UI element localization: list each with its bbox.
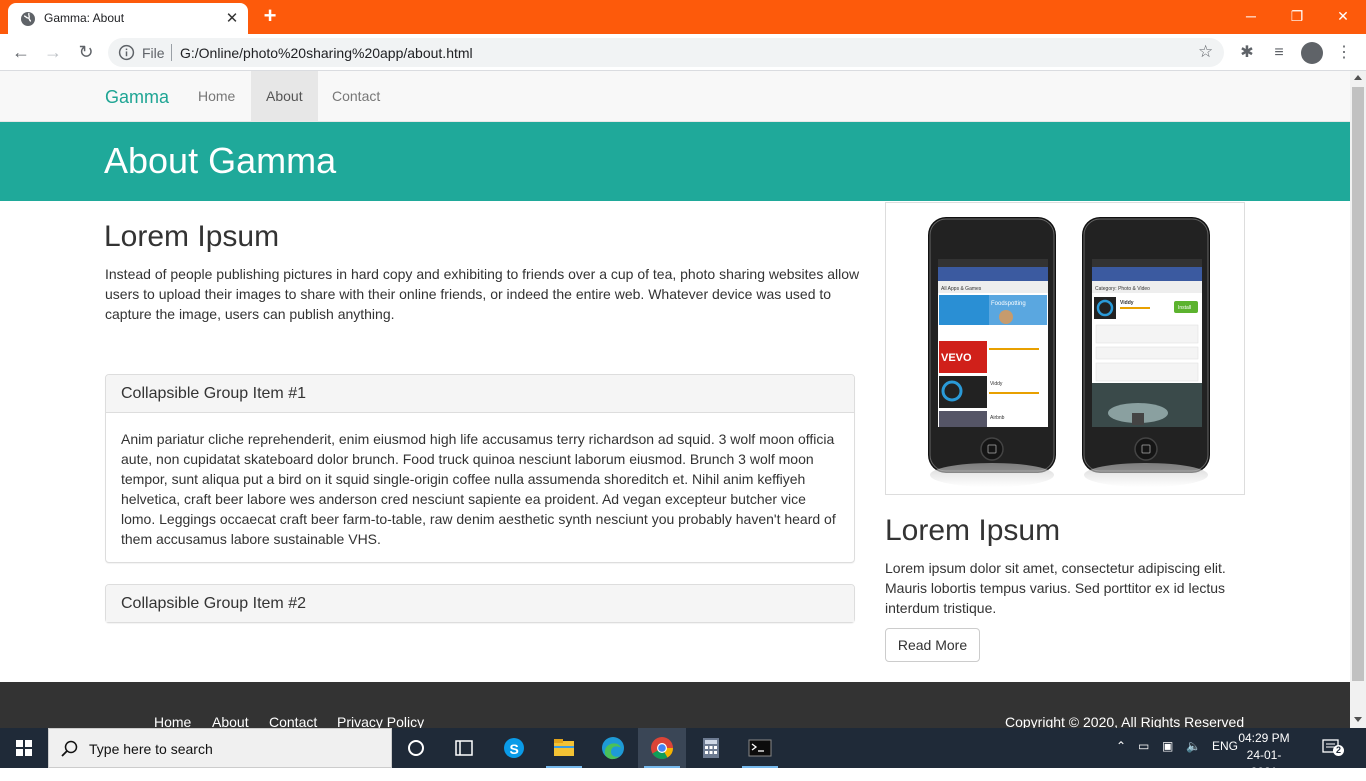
phone1-app1: Foodspotting	[991, 301, 1026, 307]
phone-right: Category: Photo & Video Viddy Install	[1082, 217, 1210, 487]
taskbar-clock[interactable]: 04:29 PM 24-01-2021	[1238, 730, 1290, 781]
edge-icon[interactable]	[589, 728, 637, 768]
page-scrollbar[interactable]	[1350, 71, 1366, 728]
forward-button[interactable]: →	[40, 40, 66, 64]
nav-contact[interactable]: Contact	[317, 71, 395, 121]
accordion-header-1[interactable]: Collapsible Group Item #1	[106, 375, 854, 413]
language-indicator[interactable]: ENG	[1212, 739, 1238, 753]
media-queue-icon[interactable]: ≡	[1268, 42, 1290, 64]
bookmark-star-icon[interactable]: ☆	[1198, 42, 1213, 62]
windows-taskbar: Type here to search S ⌃ ▭ ▣ 🔈 ENG 04:29 …	[0, 728, 1366, 779]
phone2-app: Viddy	[1120, 300, 1134, 306]
phones-illustration: All Apps & Games Foodspotting VEVO Viddy…	[928, 217, 1210, 487]
clock-date: 24-01-2021	[1246, 748, 1282, 779]
footer-link-about[interactable]: About	[212, 714, 249, 728]
page-title: About Gamma	[104, 140, 337, 181]
main-heading: Lorem Ipsum	[104, 220, 280, 253]
close-window-button[interactable]: ✕	[1320, 0, 1366, 32]
scroll-down-icon[interactable]	[1354, 717, 1362, 722]
tab-title: Gamma: About	[44, 11, 125, 25]
globe-icon	[21, 12, 35, 26]
read-more-button[interactable]: Read More	[885, 628, 980, 662]
network-icon[interactable]: ▣	[1162, 739, 1173, 753]
address-bar[interactable]: File G:/Online/photo%20sharing%20app/abo…	[108, 38, 1224, 67]
footer-link-home[interactable]: Home	[154, 714, 191, 728]
back-button[interactable]: ←	[8, 40, 34, 64]
restore-button[interactable]: ❐	[1274, 0, 1320, 32]
accordion-item-1: Collapsible Group Item #1 Anim pariatur …	[105, 374, 855, 563]
phone1-app2: VEVO	[941, 352, 972, 364]
file-label: File	[142, 45, 165, 61]
nav-about[interactable]: About	[251, 71, 318, 121]
battery-icon[interactable]: ▭	[1138, 739, 1149, 753]
footer-link-contact[interactable]: Contact	[269, 714, 317, 728]
tray-overflow-icon[interactable]: ⌃	[1116, 739, 1126, 753]
site-footer: Home About Contact Privacy Policy Copyri…	[0, 682, 1350, 728]
volume-icon[interactable]: 🔈	[1186, 739, 1201, 753]
notification-count: 2	[1333, 745, 1344, 756]
accordion-body-1: Anim pariatur cliche reprehenderit, enim…	[121, 431, 836, 547]
phone1-app4: Airbnb	[990, 415, 1005, 421]
file-explorer-icon[interactable]	[540, 728, 588, 768]
start-button[interactable]	[0, 728, 48, 768]
reload-button[interactable]: ↻	[73, 40, 99, 64]
site-navbar: Gamma Home About Contact	[0, 71, 1350, 122]
footer-copyright: Copyright © 2020, All Rights Reserved	[1005, 714, 1245, 728]
phone2-install: Install	[1178, 305, 1191, 311]
extensions-icon[interactable]: ✱	[1236, 42, 1258, 64]
browser-tab[interactable]: Gamma: About ✕	[8, 3, 248, 34]
task-view-icon[interactable]	[440, 728, 488, 768]
scroll-up-icon[interactable]	[1354, 75, 1362, 80]
footer-link-privacy[interactable]: Privacy Policy	[337, 714, 424, 728]
scroll-thumb[interactable]	[1352, 87, 1364, 681]
accordion-title-2[interactable]: Collapsible Group Item #2	[121, 595, 306, 613]
skype-icon[interactable]: S	[490, 728, 538, 768]
new-tab-button[interactable]: +	[260, 5, 280, 27]
sidebar-heading: Lorem Ipsum	[885, 514, 1061, 547]
page-viewport: Gamma Home About Contact About Gamma Lor…	[0, 71, 1350, 728]
intro-paragraph: Instead of people publishing pictures in…	[105, 266, 860, 322]
sidebar-text: Lorem ipsum dolor sit amet, consectetur …	[885, 560, 1226, 616]
notifications-icon[interactable]: 2	[1322, 738, 1344, 756]
phones-image: All Apps & Games Foodspotting VEVO Viddy…	[885, 202, 1245, 495]
phone1-header: All Apps & Games	[941, 286, 982, 292]
taskbar-search[interactable]: Type here to search	[48, 728, 392, 768]
terminal-icon[interactable]	[736, 728, 784, 768]
search-icon	[61, 740, 78, 757]
phone1-app3: Viddy	[990, 381, 1003, 387]
phone2-header: Category: Photo & Video	[1095, 286, 1150, 292]
browser-toolbar: ← → ↻ File G:/Online/photo%20sharing%20a…	[0, 34, 1366, 71]
clock-time: 04:29 PM	[1238, 731, 1290, 745]
url-text[interactable]: G:/Online/photo%20sharing%20app/about.ht…	[180, 45, 473, 61]
minimize-button[interactable]: ─	[1228, 0, 1274, 32]
nav-home[interactable]: Home	[183, 71, 250, 121]
calculator-icon[interactable]	[687, 728, 735, 768]
profile-avatar-icon[interactable]	[1301, 42, 1323, 64]
accordion-item-2: Collapsible Group Item #2	[105, 584, 855, 623]
browser-titlebar: Gamma: About ✕ + ─ ❐ ✕	[0, 0, 1366, 34]
windows-logo-icon	[16, 740, 32, 756]
phone-left: All Apps & Games Foodspotting VEVO Viddy…	[928, 217, 1056, 487]
accordion-title-1[interactable]: Collapsible Group Item #1	[121, 385, 306, 403]
chrome-icon[interactable]	[638, 728, 686, 768]
cortana-icon[interactable]	[392, 728, 440, 768]
menu-icon[interactable]: ⋮	[1333, 42, 1355, 64]
accordion-header-2[interactable]: Collapsible Group Item #2	[106, 585, 854, 622]
omnibox-divider	[171, 44, 172, 61]
site-brand[interactable]: Gamma	[105, 87, 169, 108]
search-placeholder: Type here to search	[89, 741, 213, 757]
tab-close-icon[interactable]: ✕	[224, 11, 240, 27]
svg-text:S: S	[510, 741, 519, 757]
info-icon[interactable]	[118, 44, 135, 61]
jumbotron: About Gamma	[0, 122, 1350, 201]
